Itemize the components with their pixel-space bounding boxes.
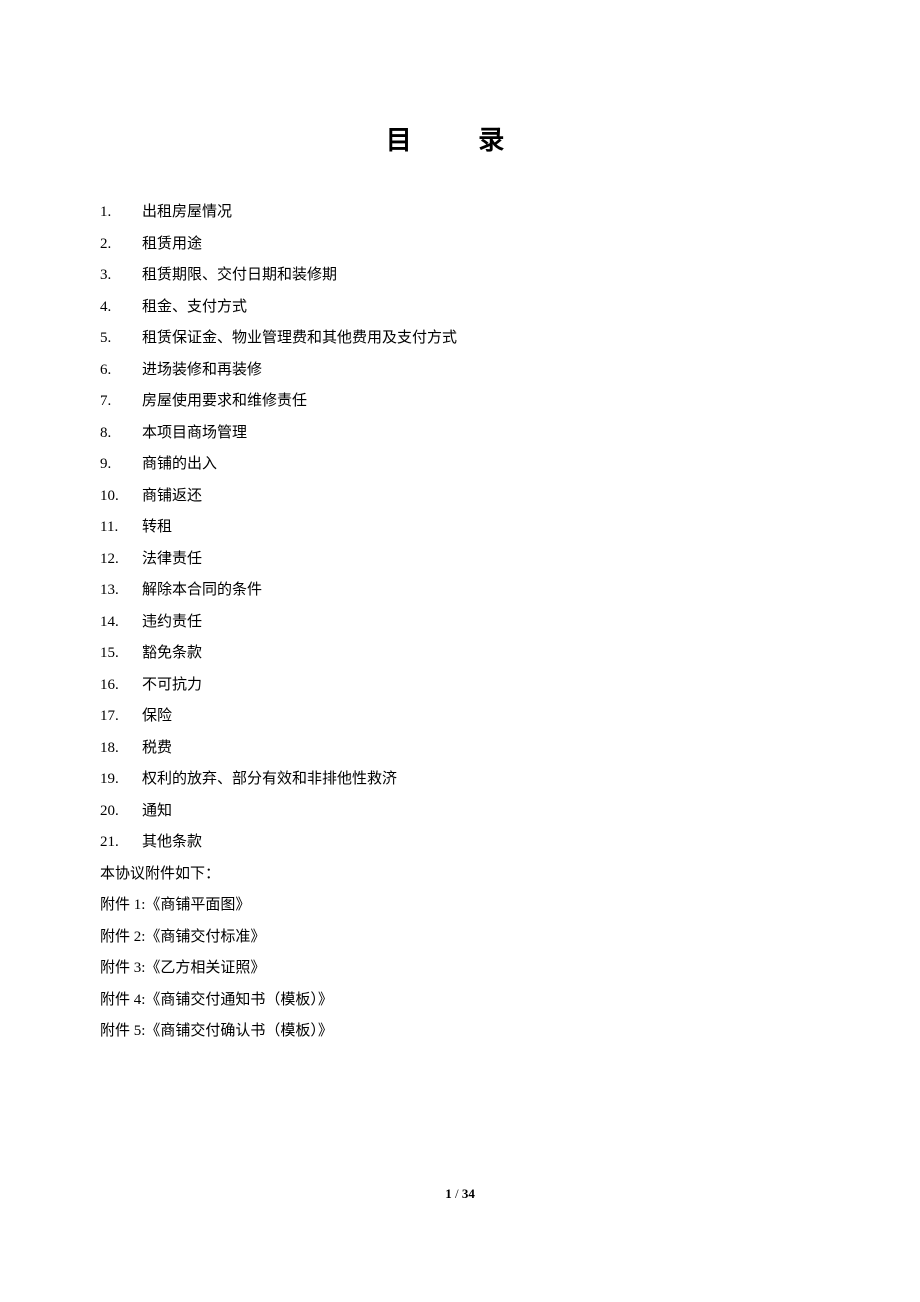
toc-item: 5.租赁保证金、物业管理费和其他费用及支付方式 [100,323,820,355]
toc-item: 13.解除本合同的条件 [100,575,820,607]
toc-item: 8.本项目商场管理 [100,418,820,450]
toc-num: 7. [100,386,142,418]
toc-item: 4.租金、支付方式 [100,292,820,324]
appendix-item: 附件 1:《商铺平面图》 [100,890,820,922]
toc-text: 商铺返还 [142,481,202,513]
toc-title: 目 录 [100,120,820,157]
appendix-item: 附件 2:《商铺交付标准》 [100,922,820,954]
toc-item: 7.房屋使用要求和维修责任 [100,386,820,418]
toc-text: 保险 [142,701,172,733]
toc-text: 通知 [142,796,172,828]
toc-text: 转租 [142,512,172,544]
toc-text: 商铺的出入 [142,449,217,481]
toc-num: 13. [100,575,142,607]
toc-num: 10. [100,481,142,513]
toc-text: 其他条款 [142,827,202,859]
toc-text: 违约责任 [142,607,202,639]
toc-num: 20. [100,796,142,828]
toc-item: 10.商铺返还 [100,481,820,513]
appendix-item: 附件 4:《商铺交付通知书（模板）》 [100,985,820,1017]
toc-item: 21.其他条款 [100,827,820,859]
toc-num: 1. [100,197,142,229]
toc-list: 1.出租房屋情况 2.租赁用途 3.租赁期限、交付日期和装修期 4.租金、支付方… [100,197,820,859]
toc-item: 20.通知 [100,796,820,828]
toc-num: 11. [100,512,142,544]
toc-text: 房屋使用要求和维修责任 [142,386,307,418]
toc-item: 12.法律责任 [100,544,820,576]
toc-num: 12. [100,544,142,576]
toc-num: 14. [100,607,142,639]
toc-text: 租赁保证金、物业管理费和其他费用及支付方式 [142,323,457,355]
toc-item: 6.进场装修和再装修 [100,355,820,387]
toc-item: 19.权利的放弃、部分有效和非排他性救济 [100,764,820,796]
toc-text: 本项目商场管理 [142,418,247,450]
appendix-header: 本协议附件如下： [100,859,820,891]
page-footer: 1 / 34 [0,1186,920,1202]
toc-item: 18.税费 [100,733,820,765]
toc-num: 21. [100,827,142,859]
toc-num: 17. [100,701,142,733]
toc-text: 豁免条款 [142,638,202,670]
toc-text: 权利的放弃、部分有效和非排他性救济 [142,764,397,796]
toc-num: 3. [100,260,142,292]
toc-num: 19. [100,764,142,796]
page-separator: / [452,1186,462,1201]
appendix-item: 附件 5:《商铺交付确认书（模板）》 [100,1016,820,1048]
toc-text: 进场装修和再装修 [142,355,262,387]
toc-item: 11.转租 [100,512,820,544]
toc-num: 9. [100,449,142,481]
toc-num: 15. [100,638,142,670]
toc-text: 税费 [142,733,172,765]
page-content: 目 录 1.出租房屋情况 2.租赁用途 3.租赁期限、交付日期和装修期 4.租金… [0,0,920,1108]
appendix-item: 附件 3:《乙方相关证照》 [100,953,820,985]
toc-item: 9.商铺的出入 [100,449,820,481]
toc-text: 租赁用途 [142,229,202,261]
toc-item: 15.豁免条款 [100,638,820,670]
toc-item: 14.违约责任 [100,607,820,639]
toc-text: 解除本合同的条件 [142,575,262,607]
toc-num: 8. [100,418,142,450]
toc-text: 不可抗力 [142,670,202,702]
toc-item: 1.出租房屋情况 [100,197,820,229]
toc-item: 2.租赁用途 [100,229,820,261]
page-total: 34 [462,1186,475,1201]
toc-text: 租金、支付方式 [142,292,247,324]
toc-num: 4. [100,292,142,324]
toc-num: 18. [100,733,142,765]
toc-item: 16.不可抗力 [100,670,820,702]
toc-num: 5. [100,323,142,355]
toc-text: 法律责任 [142,544,202,576]
toc-item: 17.保险 [100,701,820,733]
toc-num: 16. [100,670,142,702]
toc-item: 3.租赁期限、交付日期和装修期 [100,260,820,292]
toc-num: 6. [100,355,142,387]
toc-num: 2. [100,229,142,261]
toc-text: 租赁期限、交付日期和装修期 [142,260,337,292]
toc-text: 出租房屋情况 [142,197,232,229]
